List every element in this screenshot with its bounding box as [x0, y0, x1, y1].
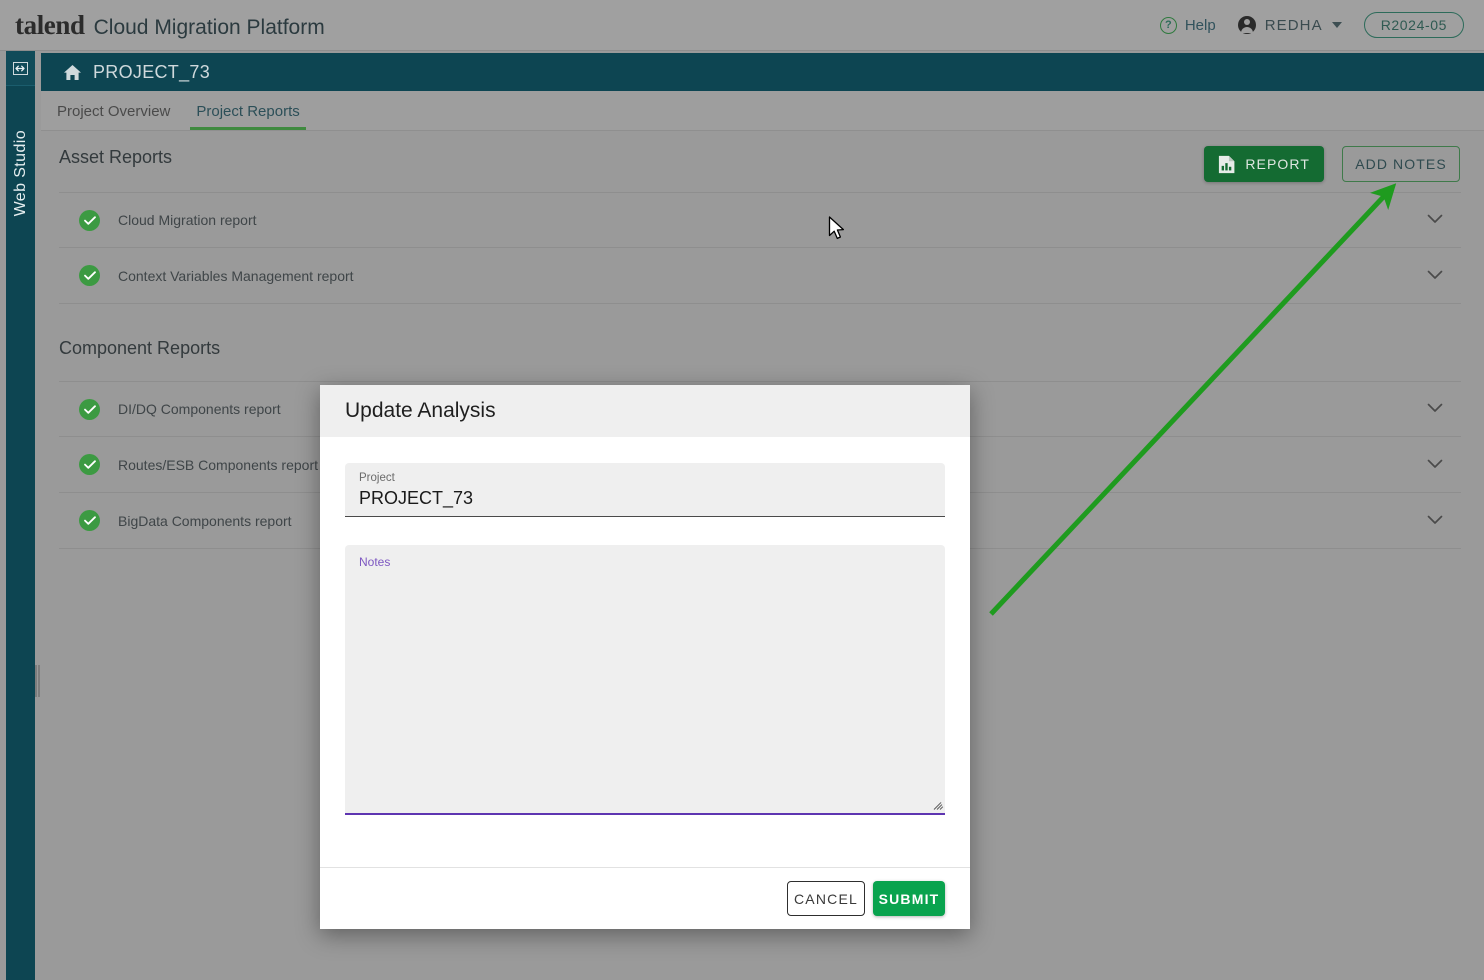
notes-field[interactable]: Notes [345, 545, 945, 815]
project-field-label: Project [359, 472, 395, 484]
project-input[interactable] [359, 488, 931, 509]
dialog-title: Update Analysis [345, 399, 496, 422]
update-analysis-dialog: Update Analysis Project Notes CANCEL SUB… [320, 385, 970, 929]
modal-overlay: Update Analysis Project Notes CANCEL SUB… [0, 0, 1484, 980]
project-field[interactable]: Project [345, 463, 945, 517]
notes-input[interactable] [359, 575, 931, 800]
resize-grip-icon [931, 798, 944, 811]
dialog-footer: CANCEL SUBMIT [320, 867, 970, 929]
dialog-body: Project Notes [320, 437, 970, 867]
dialog-header: Update Analysis [320, 385, 970, 437]
submit-button[interactable]: SUBMIT [873, 881, 945, 916]
notes-field-label: Notes [359, 555, 391, 569]
cancel-button[interactable]: CANCEL [787, 881, 865, 916]
